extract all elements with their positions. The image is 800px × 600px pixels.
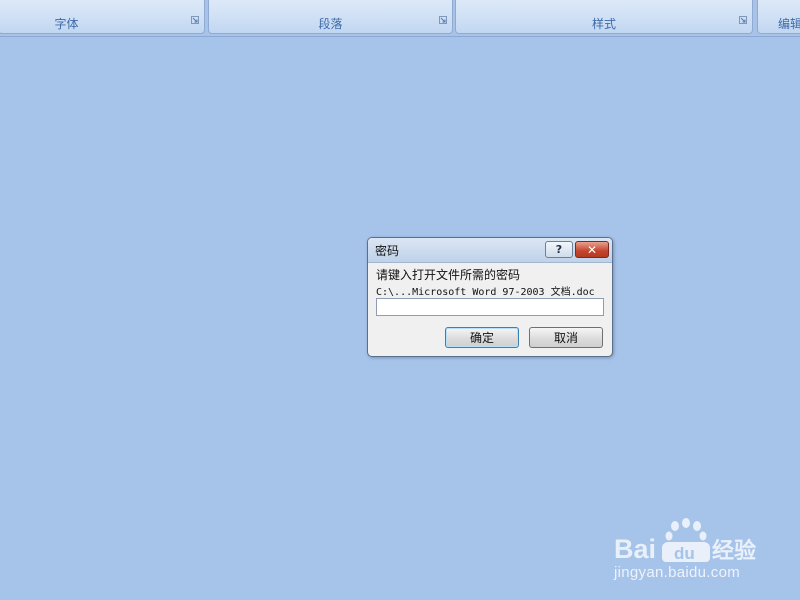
- ribbon-group-label: 段落: [318, 17, 343, 31]
- password-field[interactable]: [376, 298, 604, 316]
- file-path: C:\...Microsoft Word 97-2003 文档.doc: [376, 287, 595, 298]
- ribbon-group-label: 样式: [591, 17, 616, 31]
- dialog-title: 密码: [375, 244, 400, 258]
- ribbon-group-label: 字体: [54, 17, 79, 31]
- dialog-launcher-icon[interactable]: [739, 16, 747, 24]
- ribbon: 字体 段落 样式 编辑: [0, 0, 800, 37]
- close-icon: ✕: [586, 242, 598, 257]
- svg-text:Bai: Bai: [614, 534, 656, 564]
- dialog-launcher-icon[interactable]: [191, 16, 199, 24]
- close-button[interactable]: ✕: [575, 241, 609, 258]
- watermark-url: jingyan.baidu.com: [614, 564, 741, 581]
- help-icon: ?: [555, 243, 563, 256]
- ribbon-group-editing: 编辑: [757, 0, 800, 34]
- dialog-titlebar[interactable]: 密码 ? ✕: [368, 238, 612, 263]
- svg-text:du: du: [674, 544, 695, 563]
- help-button[interactable]: ?: [545, 241, 573, 258]
- password-dialog: 密码 ? ✕ 请键入打开文件所需的密码 C:\...Microsoft Word…: [367, 237, 613, 357]
- ribbon-group-styles: 样式: [455, 0, 753, 34]
- ribbon-group-font: 字体: [0, 0, 205, 34]
- dialog-launcher-icon[interactable]: [439, 16, 447, 24]
- password-prompt: 请键入打开文件所需的密码: [376, 268, 521, 282]
- baidu-jingyan-logo: Bai du 经验: [614, 518, 756, 564]
- cancel-button[interactable]: 取消: [529, 327, 603, 348]
- ribbon-group-label: 编辑: [778, 17, 800, 31]
- ok-button[interactable]: 确定: [445, 327, 519, 348]
- svg-text:经验: 经验: [712, 538, 756, 564]
- ribbon-group-paragraph: 段落: [208, 0, 453, 34]
